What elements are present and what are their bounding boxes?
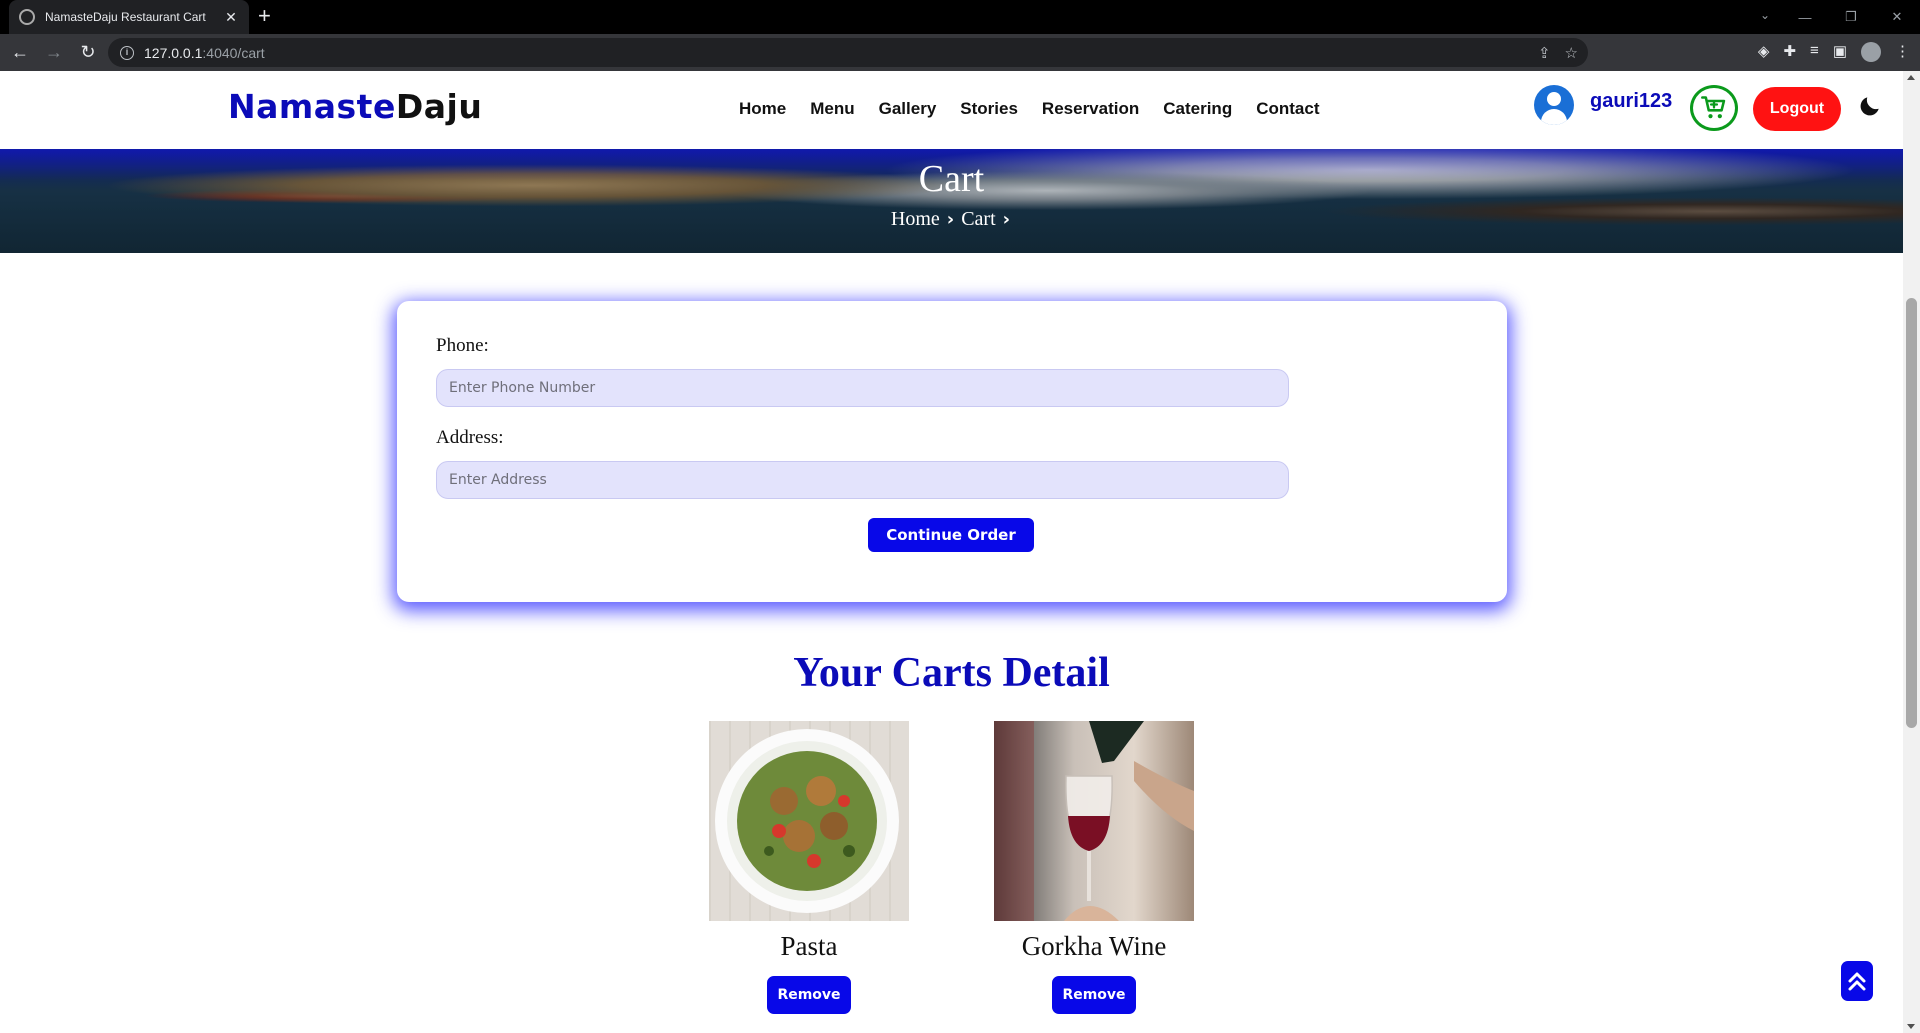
forward-icon[interactable]: →: [40, 42, 68, 63]
url-path: :4040/cart: [202, 44, 265, 61]
breadcrumb-home[interactable]: Home: [891, 208, 940, 230]
globe-icon: [19, 9, 35, 25]
logo-part-daju: Daju: [395, 87, 483, 126]
nav-catering[interactable]: Catering: [1163, 99, 1232, 119]
pasta-image: [709, 721, 909, 921]
url-bar[interactable]: i 127.0.0.1 :4040/cart ⇪ ☆: [108, 38, 1588, 67]
shopping-cart-icon: [1701, 96, 1726, 119]
reload-icon[interactable]: ↻: [74, 42, 102, 63]
page-title: Cart: [918, 158, 985, 200]
tab-title: NamasteDaju Restaurant Cart: [45, 10, 206, 24]
username[interactable]: gauri123: [1590, 90, 1672, 113]
info-icon[interactable]: i: [120, 45, 134, 60]
browser-toolbar: ← → ↻ i 127.0.0.1 :4040/cart ⇪ ☆ ◈ ✚ ≡ ▣…: [0, 34, 1920, 71]
chevron-right-icon: ›: [1002, 209, 1011, 230]
site-logo[interactable]: NamasteDaju: [228, 87, 482, 126]
order-form-card: Phone: Address: Continue Order: [397, 301, 1507, 602]
cart-item: Gorkha Wine Remove: [994, 721, 1194, 1014]
close-tab-icon[interactable]: ✕: [223, 9, 239, 26]
phone-input[interactable]: [436, 369, 1289, 407]
remove-button[interactable]: Remove: [1052, 976, 1136, 1014]
logo-part-namaste: Namaste: [228, 87, 396, 126]
continue-order-button[interactable]: Continue Order: [868, 518, 1034, 552]
omnibox-actions: ⇪ ☆: [1538, 44, 1578, 62]
back-icon[interactable]: ←: [6, 42, 34, 63]
address-input[interactable]: [436, 461, 1289, 499]
url-host: 127.0.0.1: [144, 44, 203, 61]
dark-mode-moon-icon[interactable]: [1857, 93, 1883, 119]
nav-gallery[interactable]: Gallery: [879, 99, 937, 119]
breadcrumb: Home › Cart ›: [0, 208, 1903, 231]
profile-avatar[interactable]: [1861, 42, 1881, 62]
extension-icon[interactable]: ◈: [1758, 42, 1770, 62]
window-controls: — ❐ ✕: [1782, 0, 1920, 34]
nav-reservation[interactable]: Reservation: [1042, 99, 1139, 119]
nav-menu[interactable]: Menu: [810, 99, 854, 119]
site-header: NamasteDaju Home Menu Gallery Stories Re…: [0, 71, 1903, 149]
puzzle-icon[interactable]: ✚: [1783, 42, 1796, 62]
browser-tab[interactable]: NamasteDaju Restaurant Cart ✕: [9, 0, 249, 34]
browser-tab-bar: NamasteDaju Restaurant Cart ✕ + ⌄ — ❐ ✕: [0, 0, 1920, 34]
cart-section-title: Your Carts Detail: [793, 650, 1110, 696]
user-profile[interactable]: gauri123: [1534, 85, 1672, 125]
user-avatar-icon[interactable]: [1534, 85, 1574, 125]
menu-dots-icon[interactable]: ⋮: [1895, 42, 1910, 62]
side-panel-icon[interactable]: ▣: [1833, 42, 1847, 62]
address-label: Address:: [436, 427, 504, 448]
nav-stories[interactable]: Stories: [960, 99, 1018, 119]
cart-item-name: Pasta: [780, 931, 838, 961]
scrollbar-thumb[interactable]: [1906, 298, 1917, 728]
bookmark-star-icon[interactable]: ☆: [1565, 44, 1578, 62]
remove-button[interactable]: Remove: [767, 976, 851, 1014]
close-window-icon[interactable]: ✕: [1874, 9, 1920, 25]
page-scrollbar[interactable]: [1903, 71, 1920, 1033]
cart-item: Pasta Remove: [709, 721, 909, 1014]
page-viewport: NamasteDaju Home Menu Gallery Stories Re…: [0, 71, 1920, 1033]
nav-home[interactable]: Home: [739, 99, 786, 119]
scroll-down-arrow-icon[interactable]: [1907, 1024, 1915, 1029]
cart-button[interactable]: [1690, 85, 1738, 131]
tab-search-icon[interactable]: ⌄: [1760, 8, 1770, 22]
share-icon[interactable]: ⇪: [1538, 44, 1551, 62]
extension-bar: ◈ ✚ ≡ ▣ ⋮: [1758, 42, 1910, 62]
page-banner: Cart Home › Cart ›: [0, 149, 1903, 253]
scroll-up-arrow-icon[interactable]: [1907, 75, 1915, 80]
logout-button[interactable]: Logout: [1753, 87, 1841, 131]
scroll-to-top-button[interactable]: [1841, 961, 1873, 1001]
main-nav: Home Menu Gallery Stories Reservation Ca…: [739, 99, 1344, 119]
nav-contact[interactable]: Contact: [1256, 99, 1319, 119]
restore-icon[interactable]: ❐: [1828, 9, 1874, 25]
media-queue-icon[interactable]: ≡: [1810, 42, 1819, 62]
minimize-icon[interactable]: —: [1782, 10, 1828, 25]
breadcrumb-cart[interactable]: Cart: [961, 208, 995, 230]
cart-item-name: Gorkha Wine: [1021, 931, 1167, 961]
chevron-right-icon: ›: [946, 209, 955, 230]
double-chevron-up-icon: [1848, 972, 1866, 991]
wine-image: [994, 721, 1194, 921]
new-tab-button[interactable]: +: [258, 4, 271, 28]
phone-label: Phone:: [436, 335, 489, 356]
